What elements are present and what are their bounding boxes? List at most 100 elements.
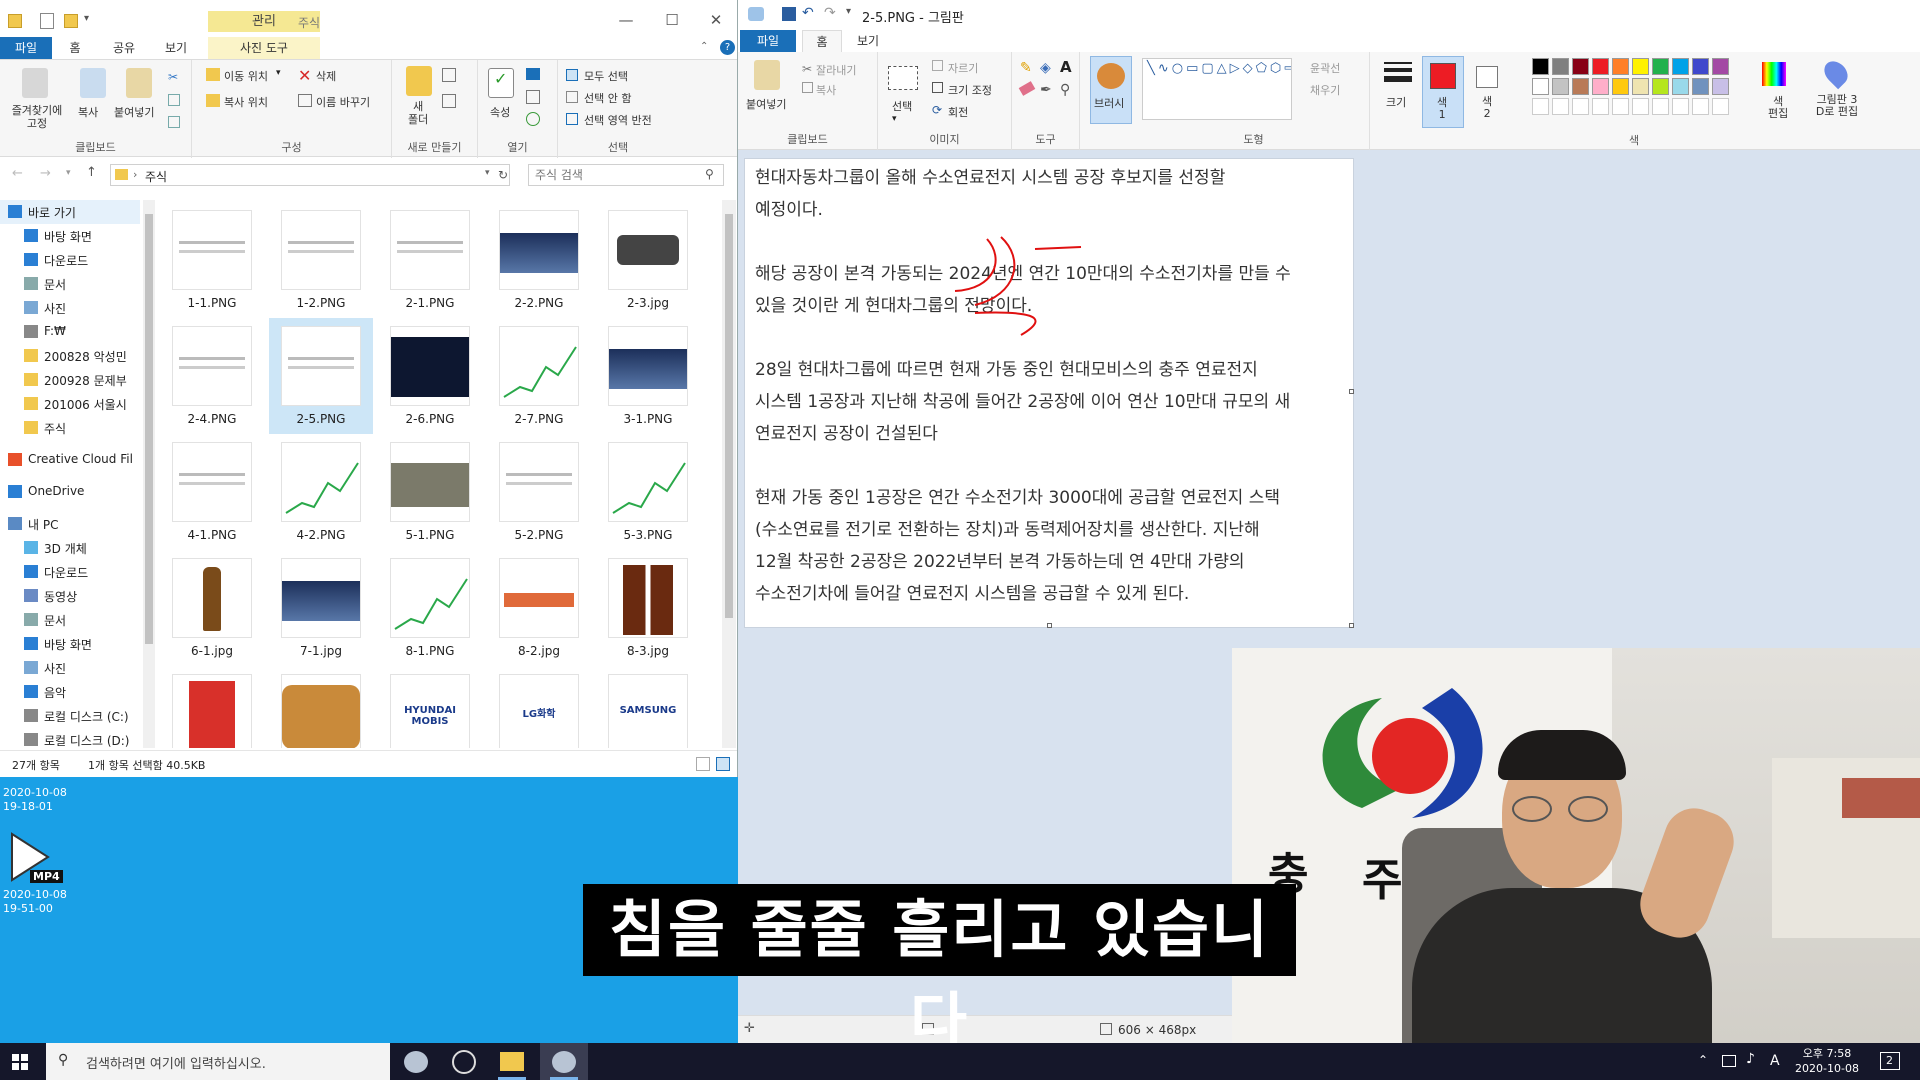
file-item[interactable]: 5-3.PNG bbox=[596, 434, 700, 550]
redo-icon[interactable]: ↷ bbox=[824, 5, 836, 21]
color-picker-icon[interactable]: ✒ bbox=[1040, 82, 1052, 98]
custom-color-slot[interactable] bbox=[1652, 98, 1669, 115]
palette-swatch[interactable] bbox=[1532, 58, 1549, 75]
paste-button[interactable]: 붙여넣기 bbox=[114, 104, 154, 120]
forward-icon[interactable]: → bbox=[40, 166, 51, 181]
palette-swatch[interactable] bbox=[1652, 78, 1669, 95]
new-item-icon[interactable] bbox=[442, 68, 456, 82]
custom-color-slot[interactable] bbox=[1632, 98, 1649, 115]
nav-item[interactable]: 200928 문제부 bbox=[0, 368, 140, 392]
file-item[interactable] bbox=[160, 666, 264, 748]
move-to-button[interactable]: 이동 위치 bbox=[224, 68, 268, 84]
delete-button[interactable]: 삭제 bbox=[316, 68, 336, 84]
palette-swatch[interactable] bbox=[1532, 78, 1549, 95]
tab-share[interactable]: 공유 bbox=[104, 37, 144, 59]
taskbar-app-browser-icon[interactable] bbox=[452, 1050, 476, 1074]
text-tool-icon[interactable]: A bbox=[1060, 58, 1072, 76]
desktop-item-1[interactable]: 2020-10-08 19-18-01 bbox=[0, 778, 80, 818]
nav-item[interactable]: 동영상 bbox=[0, 584, 140, 608]
custom-color-slot[interactable] bbox=[1552, 98, 1569, 115]
desktop-item-mp4[interactable]: MP4 2020-10-08 19-51-00 bbox=[0, 828, 80, 918]
magnifier-icon[interactable]: ⚲ bbox=[1060, 82, 1070, 98]
file-item[interactable]: 8-2.jpg bbox=[487, 550, 591, 666]
open-icon[interactable] bbox=[526, 68, 540, 80]
file-scrollbar[interactable] bbox=[722, 200, 736, 748]
copy-to-button[interactable]: 복사 위치 bbox=[224, 94, 268, 110]
palette-swatch[interactable] bbox=[1672, 58, 1689, 75]
save-icon[interactable] bbox=[782, 7, 796, 21]
new-folder-quick-icon[interactable] bbox=[64, 14, 78, 28]
file-item[interactable]: 5-2.PNG bbox=[487, 434, 591, 550]
paint-canvas[interactable]: 현대자동차그룹이 올해 수소연료전지 시스템 공장 후보지를 선정할 예정이다.… bbox=[744, 158, 1354, 628]
network-icon[interactable] bbox=[1722, 1055, 1736, 1067]
nav-item[interactable]: 바탕 화면 bbox=[0, 632, 140, 656]
tab-view[interactable]: 보기 bbox=[846, 30, 890, 52]
file-item[interactable]: 4-2.PNG bbox=[269, 434, 373, 550]
palette-swatch[interactable] bbox=[1552, 58, 1569, 75]
scrollbar-thumb[interactable] bbox=[725, 214, 733, 618]
palette-swatch[interactable] bbox=[1552, 78, 1569, 95]
select-none-button[interactable]: 선택 안 함 bbox=[584, 90, 631, 106]
palette-swatch[interactable] bbox=[1672, 78, 1689, 95]
tab-home[interactable]: 홈 bbox=[802, 30, 842, 52]
tray-overflow-icon[interactable]: ⌃ bbox=[1698, 1053, 1708, 1067]
refresh-icon[interactable]: ↻ bbox=[498, 168, 508, 182]
file-item[interactable]: 2-2.PNG bbox=[487, 202, 591, 318]
copy-button[interactable]: 복사 bbox=[816, 82, 836, 98]
taskbar-app-paint-active[interactable] bbox=[540, 1043, 588, 1080]
paste-shortcut-icon[interactable] bbox=[168, 116, 180, 128]
help-icon[interactable]: ? bbox=[720, 40, 735, 55]
nav-item[interactable]: 사진 bbox=[0, 656, 140, 680]
size-button[interactable]: 크기 bbox=[1378, 56, 1418, 124]
brush-button[interactable]: 브러시 bbox=[1090, 56, 1132, 124]
search-input[interactable] bbox=[535, 167, 695, 183]
file-item[interactable]: SAMSUNG bbox=[596, 666, 700, 748]
palette-swatch[interactable] bbox=[1652, 58, 1669, 75]
fill-button[interactable]: 채우기 bbox=[1310, 82, 1340, 98]
rename-button[interactable]: 이름 바꾸기 bbox=[316, 94, 370, 110]
tab-home[interactable]: 홈 bbox=[60, 37, 90, 59]
resize-handle-right[interactable] bbox=[1349, 389, 1354, 394]
nav-item[interactable]: F:₩ bbox=[0, 320, 140, 344]
properties-quick-icon[interactable] bbox=[40, 13, 54, 29]
palette-swatch[interactable] bbox=[1612, 58, 1629, 75]
file-item[interactable]: HYUNDAI MOBIS bbox=[378, 666, 482, 748]
file-item[interactable]: 8-3.jpg bbox=[596, 550, 700, 666]
nav-item[interactable]: 바탕 화면 bbox=[0, 224, 140, 248]
new-folder-button[interactable]: 새 폴더 bbox=[408, 100, 428, 126]
resize-handle-corner[interactable] bbox=[1349, 623, 1354, 628]
nav-item[interactable]: 200828 악성민 bbox=[0, 344, 140, 368]
palette-swatch[interactable] bbox=[1712, 78, 1729, 95]
nav-item[interactable]: 201006 서울시 bbox=[0, 392, 140, 416]
nav-item[interactable]: 문서 bbox=[0, 272, 140, 296]
properties-button[interactable]: 속성 bbox=[490, 104, 510, 120]
history-icon[interactable] bbox=[526, 112, 540, 126]
edit-icon[interactable] bbox=[526, 90, 540, 104]
palette-swatch[interactable] bbox=[1572, 58, 1589, 75]
notification-center-icon[interactable]: 2 bbox=[1880, 1052, 1900, 1070]
nav-item[interactable]: 사진 bbox=[0, 296, 140, 320]
ime-indicator[interactable]: A bbox=[1770, 1053, 1780, 1069]
address-dropdown-icon[interactable]: ▾ bbox=[485, 168, 490, 178]
details-view-icon[interactable] bbox=[696, 757, 710, 771]
custom-color-slot[interactable] bbox=[1592, 98, 1609, 115]
nav-item[interactable]: 다운로드 bbox=[0, 560, 140, 584]
undo-icon[interactable]: ↶ bbox=[802, 5, 814, 21]
copy-path-icon[interactable] bbox=[168, 94, 180, 106]
nav-item[interactable]: 로컬 디스크 (D:) bbox=[0, 728, 140, 752]
color1-button[interactable]: 색 1 bbox=[1422, 56, 1464, 128]
taskbar-clock[interactable]: 오후 7:58 2020-10-08 bbox=[1794, 1046, 1860, 1076]
up-icon[interactable]: ↑ bbox=[86, 165, 97, 180]
breadcrumb-current[interactable]: 주식 bbox=[145, 168, 167, 185]
file-item[interactable]: 2-5.PNG bbox=[269, 318, 373, 434]
outline-button[interactable]: 윤곽선 bbox=[1310, 60, 1340, 76]
select-button[interactable]: 선택 bbox=[892, 98, 912, 114]
collapse-ribbon-icon[interactable]: ⌃ bbox=[700, 41, 708, 52]
edit-colors-button[interactable]: 색 편집 bbox=[1754, 56, 1794, 128]
file-item[interactable]: 6-1.jpg bbox=[160, 550, 264, 666]
nav-item[interactable]: OneDrive bbox=[0, 480, 140, 504]
file-item[interactable]: 1-2.PNG bbox=[269, 202, 373, 318]
nav-item[interactable]: 3D 개체 bbox=[0, 536, 140, 560]
custom-color-slot[interactable] bbox=[1532, 98, 1549, 115]
scrollbar-thumb[interactable] bbox=[145, 214, 153, 644]
